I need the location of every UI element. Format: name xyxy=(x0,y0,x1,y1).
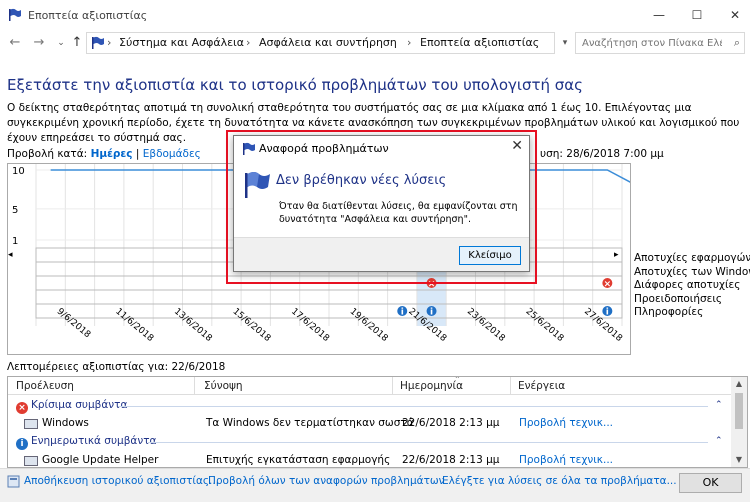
collapse-chevron-icon[interactable]: ⌃ xyxy=(715,400,723,410)
group-divider xyxy=(148,442,708,443)
dialog-heading: Δεν βρέθηκαν νέες λύσεις xyxy=(276,173,447,188)
legend-windows-failures: Αποτυχίες των Windows xyxy=(634,265,750,278)
check-solutions-link[interactable]: Ελέγξτε για λύσεις σε όλα τα προβλήματα.… xyxy=(442,475,677,487)
flag-icon xyxy=(9,8,21,21)
y-tick-label: 5 xyxy=(12,205,18,216)
legend-warnings: Προειδοποιήσεις xyxy=(634,292,723,305)
column-divider xyxy=(510,377,511,395)
x-tick-label: 23/6/2018 xyxy=(465,307,507,344)
breadcrumb-system-security[interactable]: Σύστημα και Ασφάλεια xyxy=(119,36,244,49)
y-tick-label: 1 xyxy=(12,236,18,247)
info-event-glyph: i xyxy=(430,308,433,318)
y-tick-label: 10 xyxy=(12,166,25,177)
window-icon xyxy=(24,419,38,429)
row-date: 22/6/2018 2:13 μμ xyxy=(402,417,500,429)
row-source[interactable]: Google Update Helper xyxy=(42,454,158,466)
view-days-link[interactable]: Ημέρες xyxy=(91,148,133,160)
details-label: Λεπτομέρειες αξιοπιστίας για: 22/6/2018 xyxy=(7,361,226,373)
group-title: Κρίσιμα συμβάντα xyxy=(31,399,128,411)
search-input[interactable] xyxy=(582,36,722,50)
group-title: Ενημερωτικά συμβάντα xyxy=(31,435,157,447)
ok-button[interactable]: OK xyxy=(679,473,742,493)
view-all-reports-link[interactable]: Προβολή όλων των αναφορών προβλημάτων xyxy=(208,475,445,487)
title-bar: Εποπτεία αξιοπιστίας — ☐ ✕ xyxy=(0,0,750,30)
row-summary: Επιτυχής εγκατάσταση εφαρμογής xyxy=(206,454,391,466)
breadcrumb-reliability-monitor[interactable]: Εποπτεία αξιοπιστίας xyxy=(420,36,539,49)
address-row: ← → ⌄ ↑ › Σύστημα και Ασφάλεια › Ασφάλει… xyxy=(0,30,750,56)
column-divider xyxy=(392,377,393,395)
group-divider xyxy=(118,406,708,407)
column-divider xyxy=(194,377,195,395)
breadcrumb-separator-icon: › xyxy=(407,36,412,49)
info-event-glyph: i xyxy=(401,308,404,318)
search-icon[interactable]: ⌕ xyxy=(734,36,740,50)
collapse-chevron-icon[interactable]: ⌃ xyxy=(715,436,723,446)
breadcrumb-security-maintenance[interactable]: Ασφάλεια και συντήρηση xyxy=(259,36,397,49)
save-history-link[interactable]: Αποθήκευση ιστορικού αξιοπιστίας... xyxy=(24,475,219,487)
scroll-thumb[interactable] xyxy=(735,393,743,429)
view-by-label: Προβολή κατά: xyxy=(7,148,88,160)
address-dropdown-icon[interactable]: ▾ xyxy=(556,32,574,54)
x-tick-label: 9/6/2018 xyxy=(55,307,93,341)
info-icon: i xyxy=(16,438,28,450)
back-button[interactable]: ← xyxy=(6,34,24,52)
dialog-close-button[interactable]: Κλείσιμο xyxy=(459,246,521,265)
dialog-footer: Κλείσιμο xyxy=(234,237,529,271)
scroll-up-icon[interactable]: ▲ xyxy=(731,379,747,388)
details-table: Προέλευση Σύνοψη ⌃ Ημερομηνία Ενέργεια ×… xyxy=(7,376,748,468)
group-informational-events[interactable]: i Ενημερωτικά συμβάντα xyxy=(16,435,156,450)
page-title: Εξετάστε την αξιοπιστία και το ιστορικό … xyxy=(7,76,583,94)
critical-icon: × xyxy=(16,402,28,414)
column-date[interactable]: Ημερομηνία xyxy=(400,380,463,392)
forward-button[interactable]: → xyxy=(30,34,48,52)
group-critical-events[interactable]: × Κρίσιμα συμβάντα xyxy=(16,399,127,414)
view-separator: | xyxy=(135,148,140,160)
row-action-link[interactable]: Προβολή τεχνικ... xyxy=(519,454,613,466)
view-weeks-link[interactable]: Εβδομάδες xyxy=(143,148,201,160)
view-by: Προβολή κατά: Ημέρες | Εβδομάδες xyxy=(7,148,201,160)
x-tick-label: 17/6/2018 xyxy=(289,307,331,344)
chart-scroll-left-icon[interactable]: ◂ xyxy=(8,250,13,260)
window-icon xyxy=(24,456,38,466)
scroll-down-icon[interactable]: ▼ xyxy=(731,455,747,464)
control-panel-flag-icon xyxy=(92,36,104,49)
last-updated: υση: 28/6/2018 7:00 μμ xyxy=(540,148,664,160)
dialog-title: Αναφορά προβλημάτων xyxy=(259,142,389,155)
legend-app-failures: Αποτυχίες εφαρμογών xyxy=(634,252,750,264)
x-tick-label: 19/6/2018 xyxy=(348,307,390,344)
x-tick-label: 15/6/2018 xyxy=(231,307,273,344)
dialog-message: Όταν θα διατίθενται λύσεις, θα εμφανίζον… xyxy=(279,201,518,225)
dialog-close-icon[interactable]: ✕ xyxy=(511,138,523,154)
column-action[interactable]: Ενέργεια xyxy=(518,380,565,392)
critical-event-glyph: × xyxy=(604,280,612,290)
problem-report-dialog: Αναφορά προβλημάτων ✕ Δεν βρέθηκαν νέες … xyxy=(233,135,530,272)
x-tick-label: 13/6/2018 xyxy=(172,307,214,344)
info-event-glyph: i xyxy=(606,308,609,318)
up-button[interactable]: ↑ xyxy=(68,34,86,52)
x-tick-label: 25/6/2018 xyxy=(524,307,566,344)
dialog-flag-icon xyxy=(243,142,255,155)
close-button[interactable]: ✕ xyxy=(712,0,750,30)
table-scrollbar[interactable]: ▲ ▼ xyxy=(731,377,747,467)
address-bar[interactable]: › Σύστημα και Ασφάλεια › Ασφάλεια και συ… xyxy=(86,32,555,54)
breadcrumb-separator-icon: › xyxy=(107,36,112,49)
breadcrumb-separator-icon: › xyxy=(246,36,251,49)
chart-scroll-right-icon[interactable]: ▸ xyxy=(614,250,619,260)
dialog-large-flag-icon xyxy=(245,172,270,198)
search-box[interactable]: ⌕ xyxy=(575,32,745,54)
x-tick-label: 11/6/2018 xyxy=(113,307,155,344)
row-action-link[interactable]: Προβολή τεχνικ... xyxy=(519,417,613,429)
chart-legend: Αποτυχίες εφαρμογών Αποτυχίες των Window… xyxy=(634,252,750,320)
legend-misc-failures: Διάφορες αποτυχίες xyxy=(634,279,741,292)
row-summary: Τα Windows δεν τερματίστηκαν σωστά xyxy=(206,417,414,429)
footer-bar: Αποθήκευση ιστορικού αξιοπιστίας... Προβ… xyxy=(0,468,750,502)
window-title: Εποπτεία αξιοπιστίας xyxy=(28,9,148,22)
row-date: 22/6/2018 2:13 μμ xyxy=(402,454,500,466)
column-source[interactable]: Προέλευση xyxy=(16,380,74,392)
column-summary[interactable]: Σύνοψη xyxy=(204,380,243,392)
save-history-icon xyxy=(7,475,20,488)
legend-information: Πληροφορίες xyxy=(634,306,704,319)
table-header: Προέλευση Σύνοψη ⌃ Ημερομηνία Ενέργεια xyxy=(8,377,732,395)
row-source[interactable]: Windows xyxy=(42,417,89,429)
